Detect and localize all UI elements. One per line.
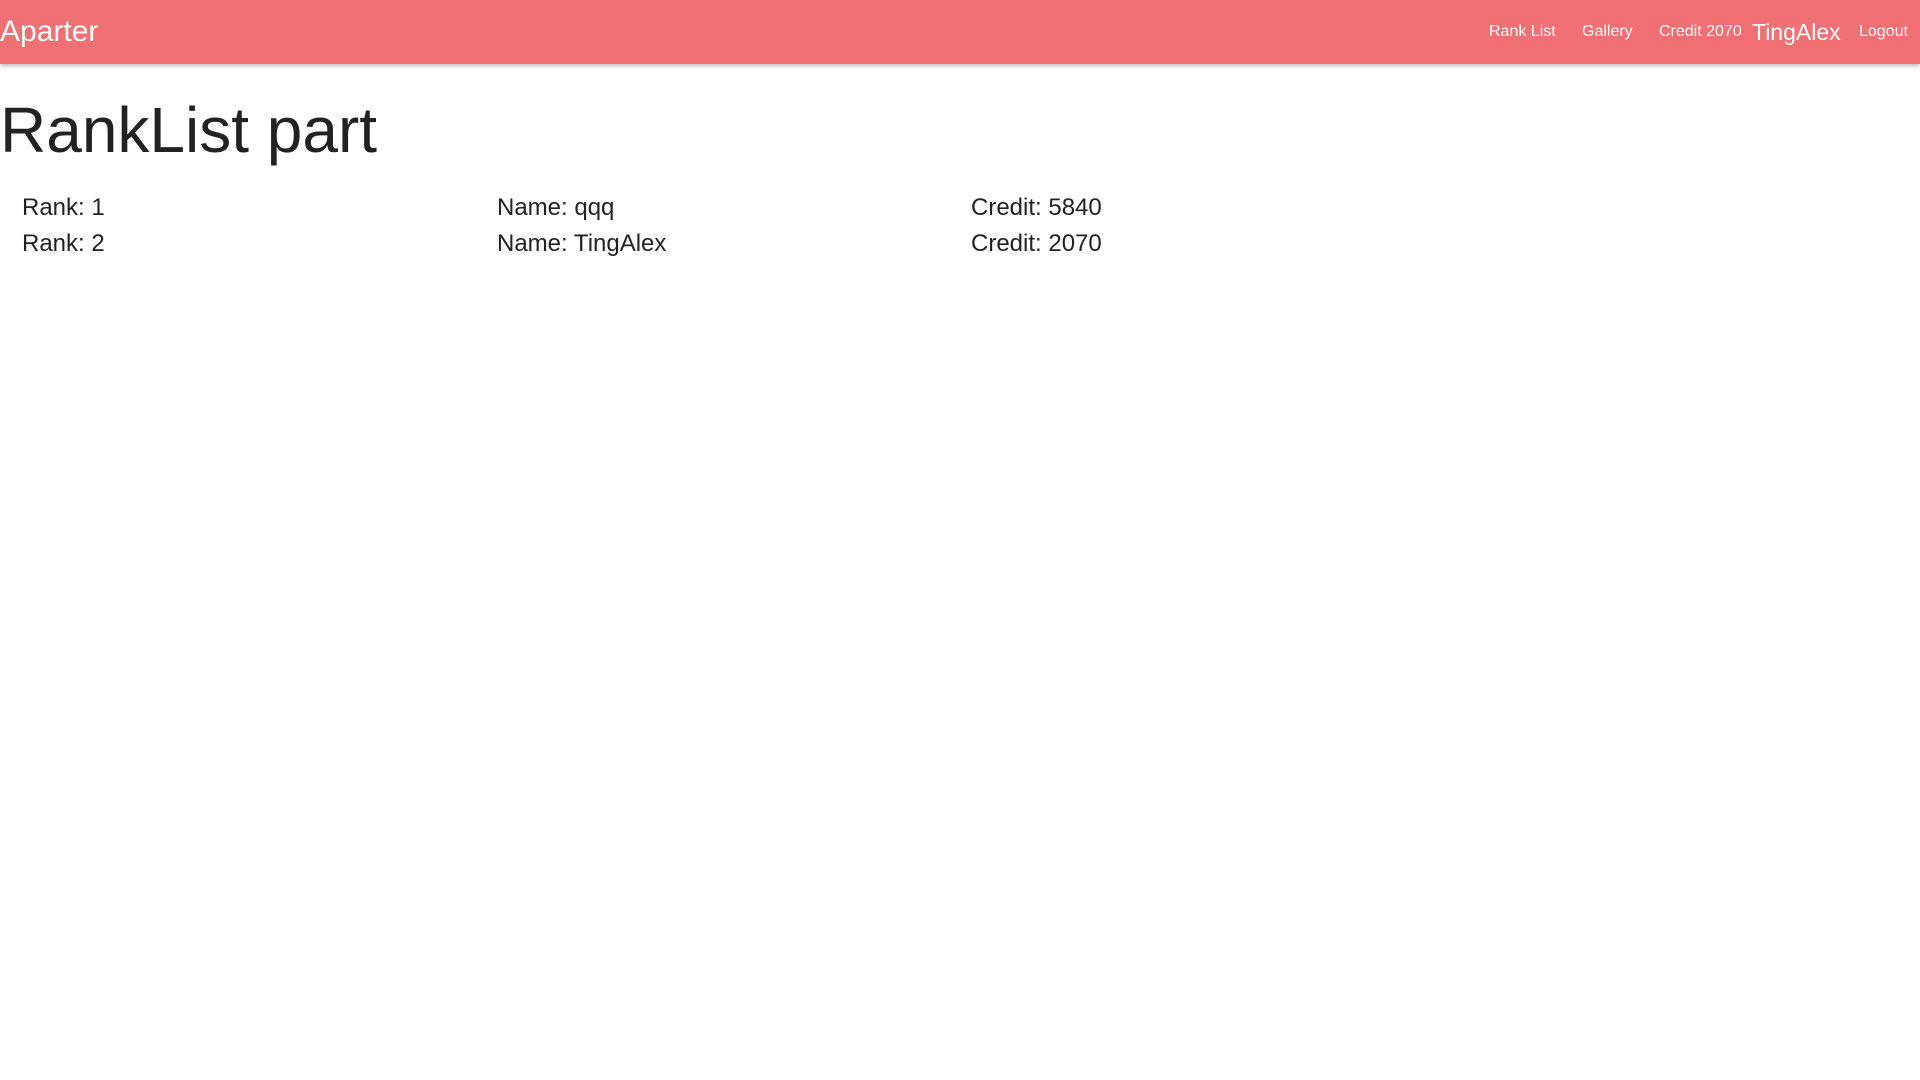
nav-username[interactable]: TingAlex <box>1752 0 1841 64</box>
name-value: Name: qqq <box>497 194 615 221</box>
nav-link-gallery[interactable]: Gallery <box>1582 0 1633 64</box>
top-navbar: Aparter Rank List Gallery Credit 2070 Ti… <box>0 0 1920 64</box>
credit-value: Credit: 2070 <box>971 230 1102 257</box>
rank-value: Rank: 1 <box>22 194 105 221</box>
rank-list-row: Rank: 1 Name: qqq Credit: 5840 <box>0 190 1920 226</box>
name-value: Name: TingAlex <box>497 230 667 257</box>
page-title: RankList part <box>0 94 378 166</box>
credit-value: Credit: 5840 <box>971 194 1102 221</box>
nav-link-rank-list[interactable]: Rank List <box>1489 0 1556 64</box>
rank-list: Rank: 1 Name: qqq Credit: 5840 Rank: 2 N… <box>0 190 1920 262</box>
rank-list-row: Rank: 2 Name: TingAlex Credit: 2070 <box>0 226 1920 262</box>
logout-link[interactable]: Logout <box>1859 0 1908 64</box>
nav-credit-display[interactable]: Credit 2070 <box>1659 0 1742 64</box>
rank-value: Rank: 2 <box>22 230 105 257</box>
brand-logo-link[interactable]: Aparter <box>0 0 98 64</box>
